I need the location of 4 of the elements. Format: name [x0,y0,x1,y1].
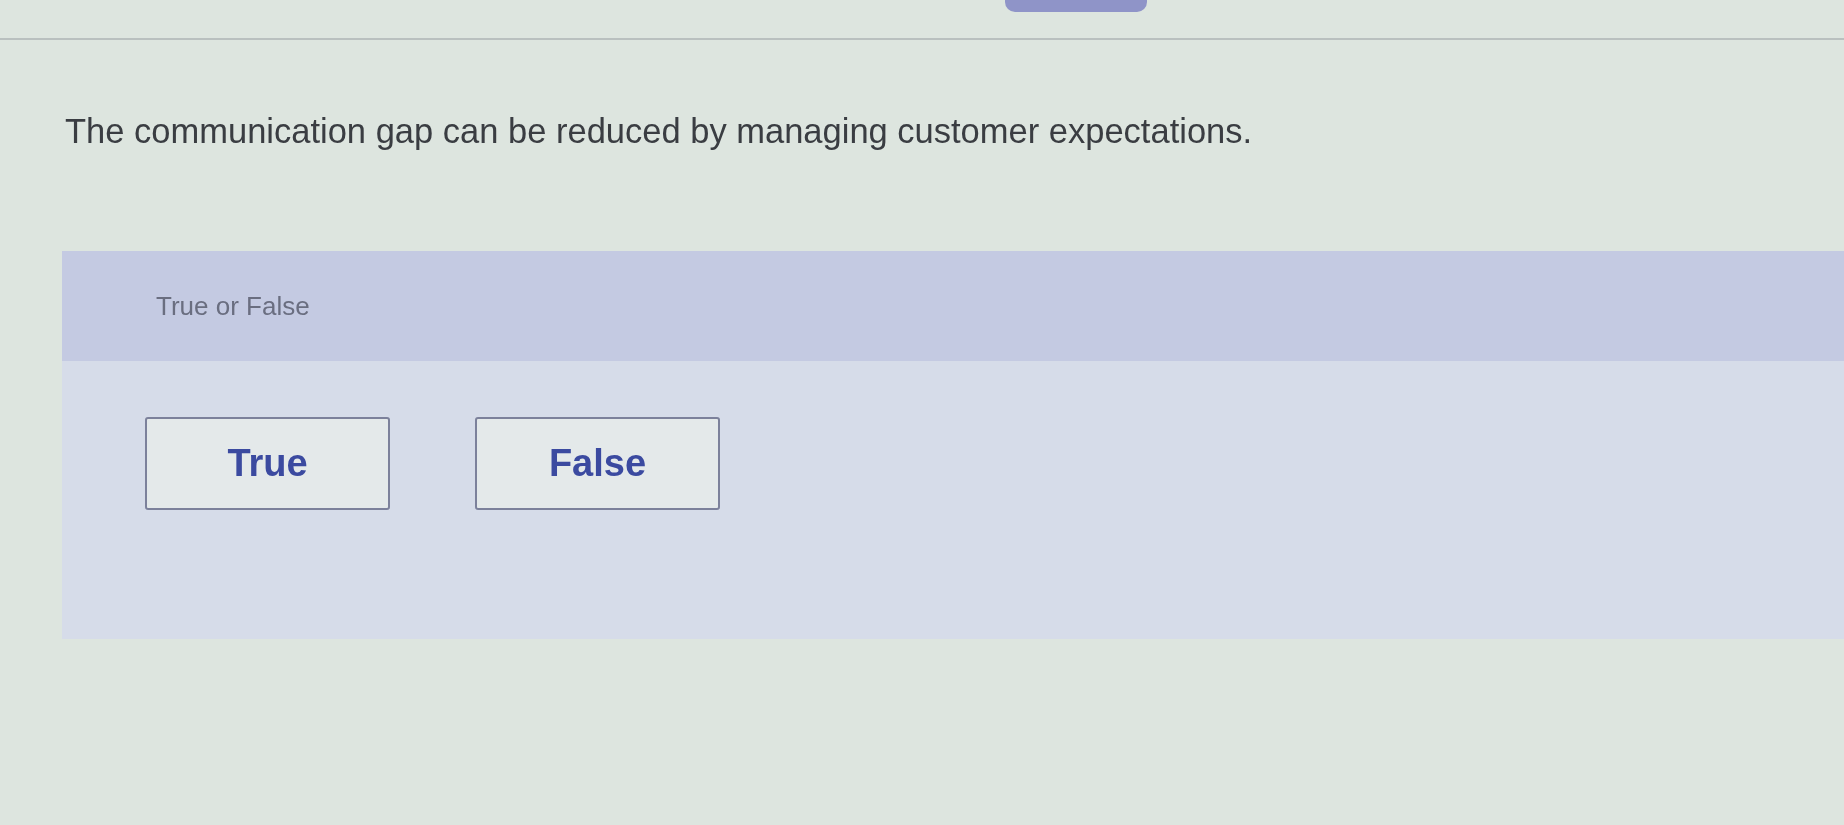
answer-option-button[interactable]: True [145,417,390,510]
question-text: The communication gap can be reduced by managing customer expectations. [65,111,1253,152]
prompt-label: True or False [156,290,310,322]
answer-option-button[interactable]: False [475,417,720,510]
